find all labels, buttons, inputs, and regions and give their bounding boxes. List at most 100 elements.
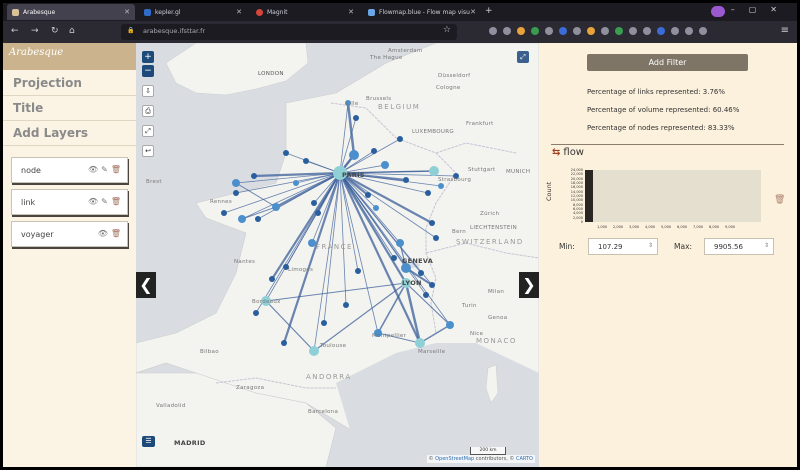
flow-node[interactable] xyxy=(309,346,319,356)
extension-icon[interactable] xyxy=(615,27,623,35)
carto-link[interactable]: CARTO xyxy=(516,456,533,462)
flow-node[interactable] xyxy=(403,177,409,183)
forward-arrow-icon[interactable]: → xyxy=(31,26,39,36)
export-icon[interactable]: ⇩ xyxy=(142,85,154,97)
osm-link[interactable]: OpenStreetMap xyxy=(435,456,474,462)
fullscreen-icon[interactable]: ⤢ xyxy=(142,125,154,137)
flow-node[interactable] xyxy=(438,183,444,189)
print-icon[interactable]: ⎙ xyxy=(142,105,154,117)
close-tab-icon[interactable]: ✕ xyxy=(348,8,354,16)
flow-node[interactable] xyxy=(381,161,389,169)
flow-node[interactable] xyxy=(415,338,425,348)
window-controls[interactable]: –▢✕ xyxy=(731,5,791,14)
flow-node[interactable] xyxy=(433,235,439,241)
spinner-icon[interactable]: ⇕ xyxy=(648,242,653,249)
spinner-icon[interactable]: ⇕ xyxy=(764,242,769,249)
extension-icon[interactable] xyxy=(545,27,553,35)
legend-list-icon[interactable]: ☰ xyxy=(142,436,155,447)
flow-node[interactable] xyxy=(396,239,404,247)
menu-title[interactable]: Title xyxy=(13,101,43,115)
collapse-left-panel-button[interactable]: ❮ xyxy=(136,272,156,298)
download-icon[interactable] xyxy=(503,27,511,35)
extension-icon[interactable] xyxy=(629,27,637,35)
flow-node[interactable] xyxy=(308,239,316,247)
flow-node[interactable] xyxy=(423,292,429,298)
layer-card-link[interactable]: link 👁 ✎ 🗑 xyxy=(11,189,128,215)
flow-node[interactable] xyxy=(429,220,435,226)
pocket-icon[interactable] xyxy=(489,27,497,35)
flow-node[interactable] xyxy=(321,320,327,326)
flow-node[interactable] xyxy=(232,179,240,187)
histogram-brush-area[interactable] xyxy=(585,170,761,222)
flow-node[interactable] xyxy=(349,150,359,160)
extension-icon[interactable] xyxy=(573,27,581,35)
flow-node[interactable] xyxy=(446,321,454,329)
extension-icon[interactable] xyxy=(517,27,525,35)
eye-icon[interactable]: 👁 xyxy=(98,229,108,238)
bookmark-star-icon[interactable]: ☆ xyxy=(443,25,451,35)
flow-node[interactable] xyxy=(353,115,359,121)
close-tab-icon[interactable]: ✕ xyxy=(470,8,476,16)
flow-node[interactable] xyxy=(355,268,361,274)
zoom-in-button[interactable]: + xyxy=(142,51,154,63)
eye-icon[interactable]: 👁 xyxy=(88,197,98,206)
flow-node[interactable] xyxy=(391,255,397,261)
extension-icon[interactable] xyxy=(699,27,707,35)
extension-icon[interactable] xyxy=(685,27,693,35)
flow-map[interactable]: LONDON BELGIUM Brussels Lille LUXEMBOURG… xyxy=(136,43,539,467)
flow-node[interactable] xyxy=(283,150,289,156)
zoom-out-button[interactable]: − xyxy=(142,65,154,77)
flow-node[interactable] xyxy=(425,190,431,196)
reload-icon[interactable]: ↻ xyxy=(51,26,59,36)
close-tab-icon[interactable]: ✕ xyxy=(124,8,130,16)
flow-node[interactable] xyxy=(343,302,349,308)
new-tab-icon[interactable]: + xyxy=(485,6,493,16)
flow-node[interactable] xyxy=(281,340,287,346)
extension-icon[interactable] xyxy=(531,27,539,35)
flow-node[interactable] xyxy=(373,205,379,211)
hamburger-menu-icon[interactable]: ≡ xyxy=(781,25,789,36)
close-tab-icon[interactable]: ✕ xyxy=(236,8,242,16)
layer-card-node[interactable]: node 👁 ✎ 🗑 xyxy=(11,157,128,183)
flow-node[interactable] xyxy=(255,216,261,222)
flow-node[interactable] xyxy=(293,180,299,186)
tab-flowmap[interactable]: Flowmap.blue - Flow map visu ✕ xyxy=(363,4,481,20)
add-filter-button[interactable]: Add Filter xyxy=(587,54,748,71)
layer-card-voyager[interactable]: voyager 👁 🗑 xyxy=(11,221,128,247)
brush-icon[interactable]: ✎ xyxy=(101,197,108,206)
trash-icon[interactable]: 🗑 xyxy=(111,165,121,174)
menu-add-layers[interactable]: Add Layers xyxy=(13,126,88,140)
flow-node[interactable] xyxy=(311,200,317,206)
flow-node[interactable] xyxy=(315,210,321,216)
tab-arabesque[interactable]: Arabesque ✕ xyxy=(7,4,135,20)
flow-node[interactable] xyxy=(303,158,309,164)
url-bar[interactable]: 🔒 arabesque.ifsttar.fr ☆ xyxy=(121,24,457,40)
tab-magnit[interactable]: Magnit ✕ xyxy=(251,4,359,20)
flow-node[interactable] xyxy=(269,276,275,282)
trash-icon[interactable]: 🗑 xyxy=(111,197,121,206)
flow-node[interactable] xyxy=(365,192,371,198)
eye-icon[interactable]: 👁 xyxy=(88,165,98,174)
flow-node[interactable] xyxy=(233,190,239,196)
flow-node[interactable] xyxy=(429,282,435,288)
min-input[interactable]: 107.29 ⇕ xyxy=(588,238,658,255)
max-input[interactable]: 9905.56 ⇕ xyxy=(704,238,774,255)
extension-icon[interactable] xyxy=(559,27,567,35)
flow-node[interactable] xyxy=(238,215,246,223)
extension-icon[interactable] xyxy=(587,27,595,35)
delete-filter-icon[interactable]: 🗑 xyxy=(774,195,785,205)
home-icon[interactable]: ⌂ xyxy=(69,26,75,36)
menu-projection[interactable]: Projection xyxy=(13,76,82,90)
flow-node[interactable] xyxy=(272,203,280,211)
extension-icon[interactable] xyxy=(643,27,651,35)
brush-icon[interactable]: ✎ xyxy=(101,165,108,174)
reset-view-icon[interactable]: ↩ xyxy=(142,145,154,157)
tab-kepler[interactable]: kepler.gl ✕ xyxy=(139,4,247,20)
flow-node[interactable] xyxy=(221,210,227,216)
flow-node[interactable] xyxy=(371,148,377,154)
flow-node[interactable] xyxy=(418,270,424,276)
trash-icon[interactable]: 🗑 xyxy=(111,229,121,238)
extension-icon[interactable] xyxy=(657,27,665,35)
flow-node[interactable] xyxy=(429,166,439,176)
extension-icon[interactable] xyxy=(601,27,609,35)
